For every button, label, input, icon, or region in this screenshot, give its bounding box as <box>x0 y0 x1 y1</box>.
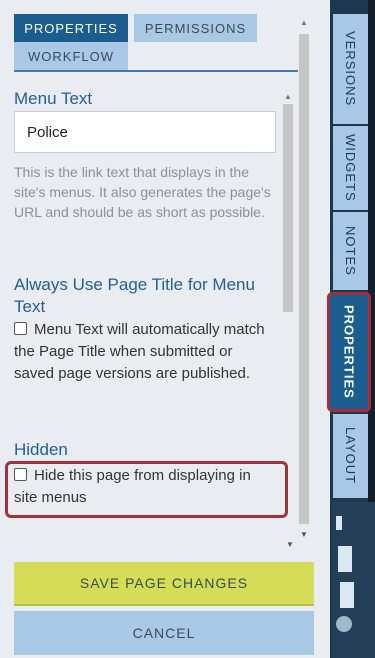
menu-text-heading: Menu Text <box>14 89 93 108</box>
side-tab-layout[interactable]: LAYOUT <box>333 414 368 498</box>
tab-properties[interactable]: PROPERTIES <box>14 14 128 42</box>
side-tab-versions-label: VERSIONS <box>343 31 358 107</box>
inner-scroll-down-icon[interactable]: ▼ <box>286 540 294 549</box>
side-tab-widgets[interactable]: WIDGETS <box>333 126 368 210</box>
hidden-heading: Hidden <box>14 440 68 459</box>
tab-permissions[interactable]: PERMISSIONS <box>134 14 257 42</box>
inner-scroll-up-icon[interactable]: ▲ <box>284 92 292 101</box>
side-tab-versions[interactable]: VERSIONS <box>333 14 368 124</box>
tab-workflow[interactable]: WORKFLOW <box>14 42 128 70</box>
side-tab-widgets-label: WIDGETS <box>343 134 358 202</box>
save-page-changes-button[interactable]: SAVE PAGE CHANGES <box>14 562 314 606</box>
always-use-title-label: Menu Text will automatically match the P… <box>14 321 265 382</box>
menu-text-input[interactable]: Police <box>14 111 276 153</box>
scroll-up-arrow-icon[interactable]: ▲ <box>300 18 308 27</box>
always-use-title-checkbox[interactable] <box>14 322 27 335</box>
always-use-title-row: Menu Text will automatically match the P… <box>14 319 276 385</box>
always-use-title-heading: Always Use Page Title for Menu Text <box>14 275 255 316</box>
side-tab-properties[interactable]: PROPERTIES <box>327 292 371 412</box>
side-tab-notes-label: NOTES <box>343 226 358 276</box>
panel-scrollbar[interactable] <box>299 34 309 524</box>
side-tab-properties-label: PROPERTIES <box>341 305 357 399</box>
side-tab-notes[interactable]: NOTES <box>333 212 368 290</box>
scroll-down-arrow-icon[interactable]: ▼ <box>300 530 308 539</box>
hidden-option-highlight <box>5 461 288 518</box>
side-tab-layout-label: LAYOUT <box>343 427 358 485</box>
page-preview-thumbnail <box>332 502 375 658</box>
menu-text-help: This is the link text that displays in t… <box>14 164 271 220</box>
cancel-button[interactable]: CANCEL <box>14 611 314 655</box>
tab-divider <box>14 70 298 72</box>
inner-scrollbar[interactable] <box>283 104 293 312</box>
page-properties-panel: PROPERTIES PERMISSIONS WORKFLOW ▲ ▼ Menu… <box>0 0 330 658</box>
